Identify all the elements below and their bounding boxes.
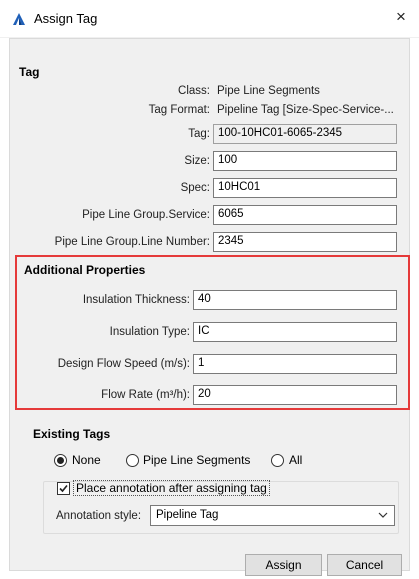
- additional-properties-heading: Additional Properties: [24, 263, 146, 277]
- tag-format-value: Pipeline Tag [Size-Spec-Service-...: [217, 104, 394, 116]
- class-value: Pipe Line Segments: [217, 85, 320, 97]
- spec-field[interactable]: 10HC01: [213, 178, 397, 198]
- service-field[interactable]: 6065: [213, 205, 397, 225]
- annotation-style-select[interactable]: Pipeline Tag: [150, 505, 395, 526]
- insulation-thickness-field[interactable]: 40: [193, 290, 397, 310]
- chevron-down-icon: [378, 512, 388, 518]
- radio-none-label[interactable]: None: [72, 453, 101, 467]
- line-number-field[interactable]: 2345: [213, 232, 397, 252]
- tag-format-label: Tag Format:: [148, 104, 210, 116]
- assign-button[interactable]: Assign: [245, 554, 322, 576]
- radio-all[interactable]: [271, 454, 284, 467]
- class-label: Class:: [178, 85, 210, 97]
- window-title: Assign Tag: [34, 11, 98, 26]
- service-label: Pipe Line Group.Service:: [82, 209, 210, 221]
- radio-pipe-line-segments-label[interactable]: Pipe Line Segments: [143, 453, 250, 467]
- size-label: Size:: [184, 155, 210, 167]
- tag-section-heading: Tag: [19, 65, 40, 79]
- radio-all-label[interactable]: All: [289, 453, 302, 467]
- annotation-style-value: Pipeline Tag: [156, 509, 219, 521]
- checkmark-icon: [59, 484, 68, 493]
- radio-pipe-line-segments[interactable]: [126, 454, 139, 467]
- spec-label: Spec:: [180, 182, 210, 194]
- line-number-label: Pipe Line Group.Line Number:: [54, 236, 210, 248]
- flow-rate-label: Flow Rate (m³/h):: [101, 389, 190, 401]
- close-icon[interactable]: ×: [393, 8, 409, 25]
- design-flow-speed-field[interactable]: 1: [193, 354, 397, 374]
- insulation-type-label: Insulation Type:: [109, 326, 190, 338]
- flow-rate-field[interactable]: 20: [193, 385, 397, 405]
- annotation-style-label: Annotation style:: [56, 510, 142, 522]
- insulation-type-field[interactable]: IC: [193, 322, 397, 342]
- autodesk-app-icon: [13, 13, 25, 25]
- place-annotation-checkbox[interactable]: [57, 482, 70, 495]
- place-annotation-label[interactable]: Place annotation after assigning tag: [73, 480, 270, 496]
- size-field[interactable]: 100: [213, 151, 397, 171]
- tag-label: Tag:: [188, 128, 210, 140]
- existing-tags-heading: Existing Tags: [33, 427, 111, 441]
- radio-none[interactable]: [54, 454, 67, 467]
- tag-field: 100-10HC01-6065-2345: [213, 124, 397, 144]
- cancel-button[interactable]: Cancel: [327, 554, 402, 576]
- design-flow-speed-label: Design Flow Speed (m/s):: [57, 358, 190, 370]
- insulation-thickness-label: Insulation Thickness:: [82, 294, 190, 306]
- title-bar: Assign Tag ×: [0, 0, 419, 38]
